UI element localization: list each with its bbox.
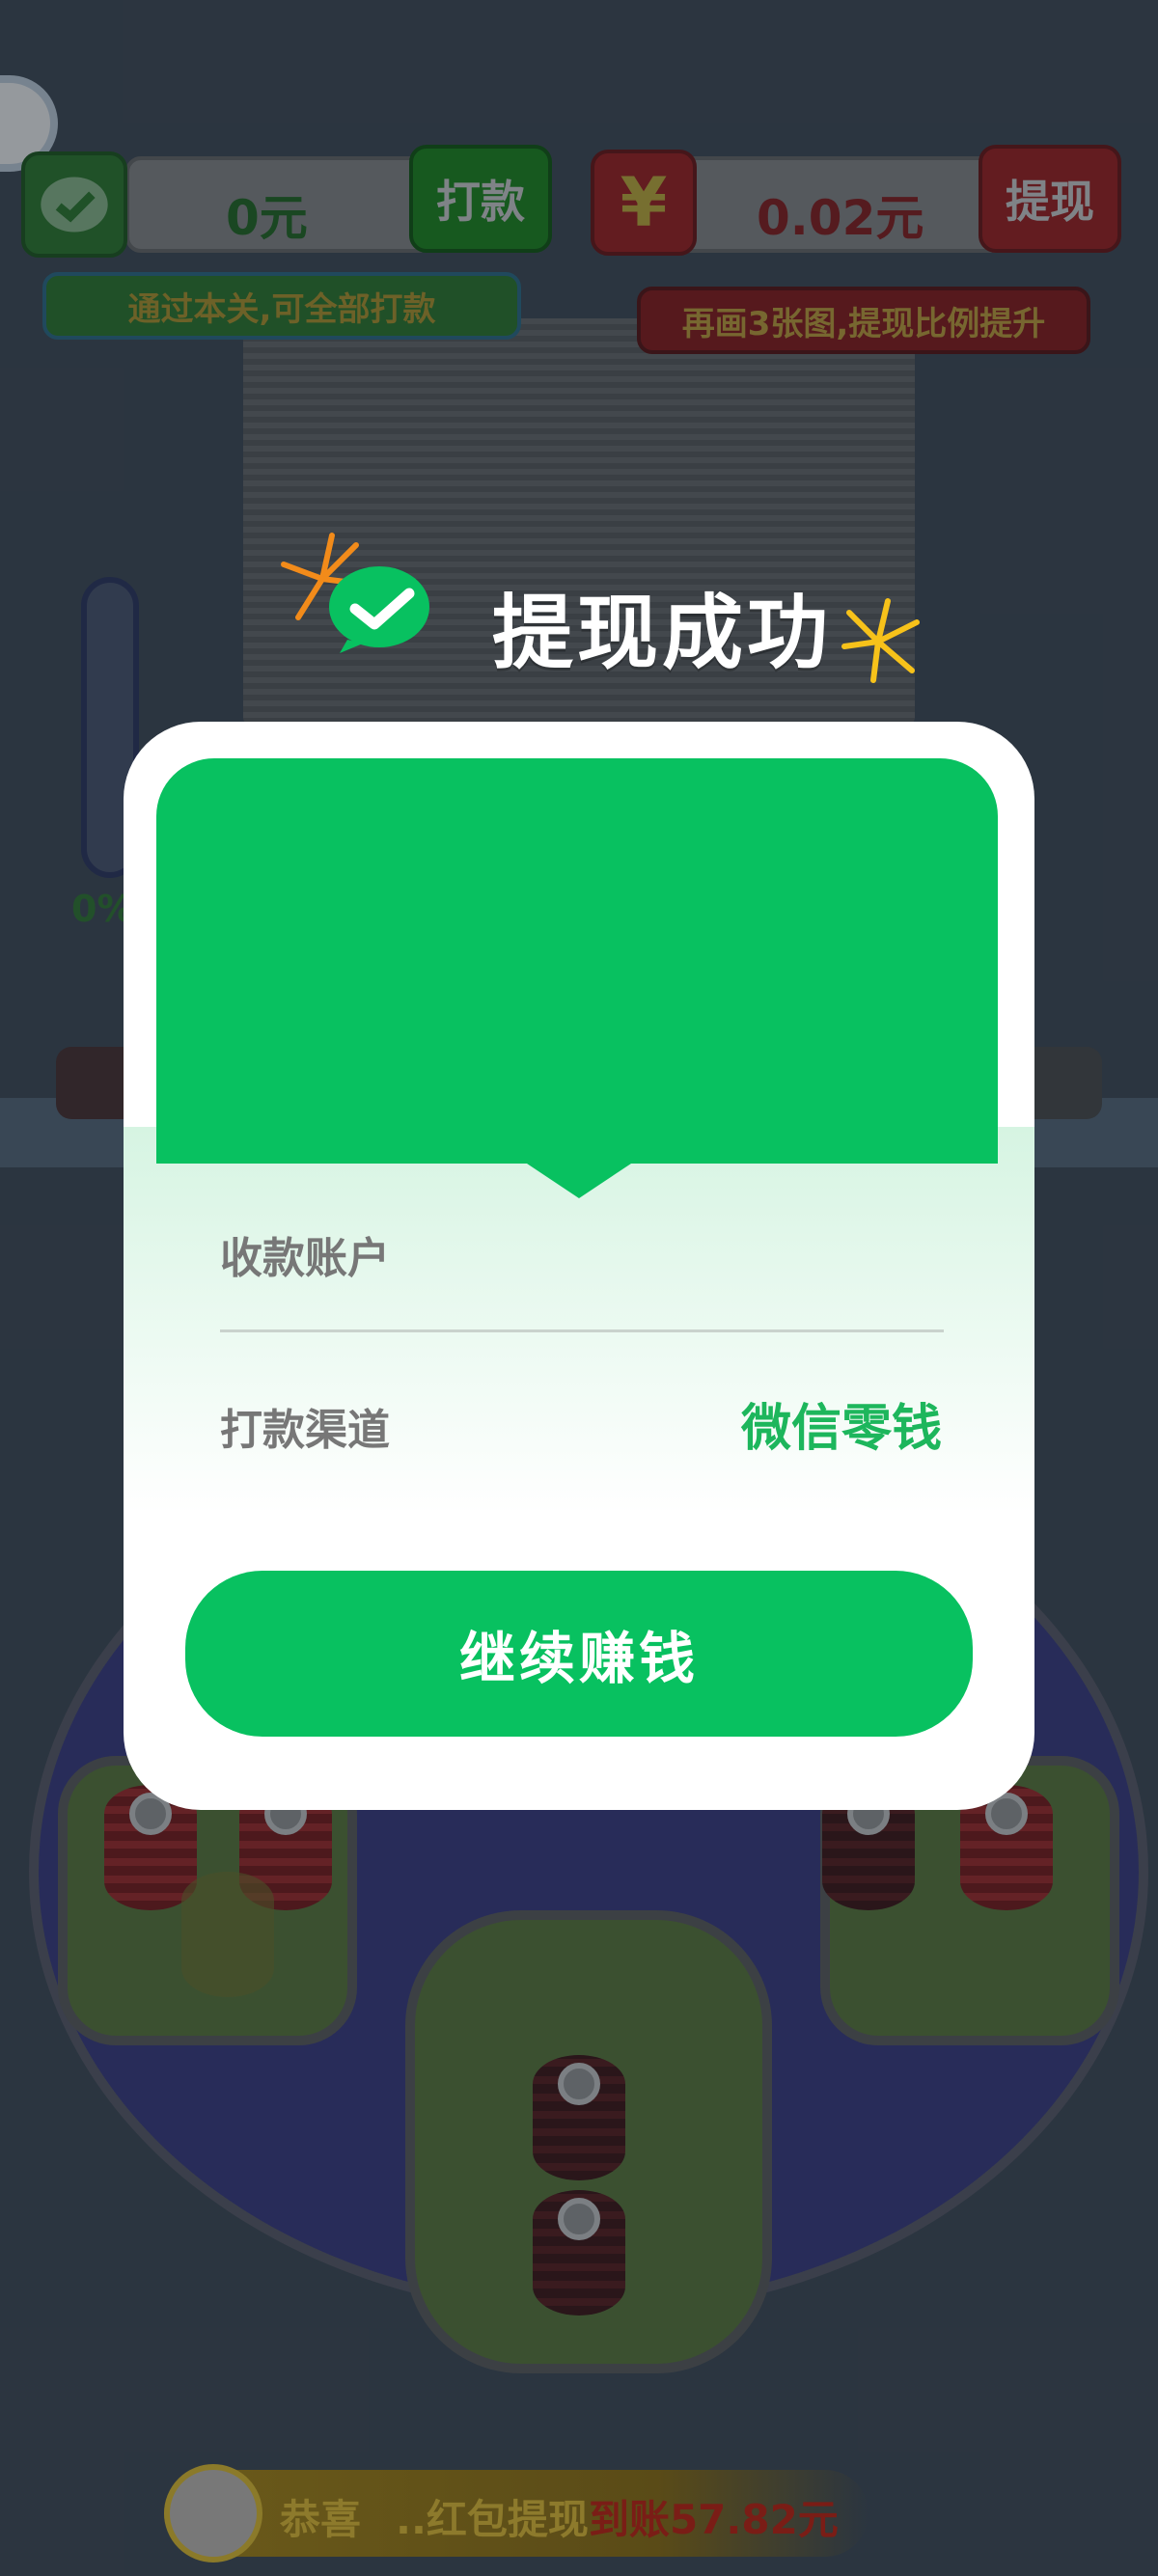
success-title-row: 提现成功 — [270, 533, 926, 690]
ticker-text: 恭喜 ..红包提现到账57.82元 — [280, 2487, 839, 2546]
dialog-header-panel — [156, 758, 998, 1164]
firework-right-icon — [841, 598, 920, 683]
wechat-pay-icon — [329, 566, 429, 653]
dialog-pointer — [527, 1164, 631, 1198]
ticker-middle: ..红包提现 — [396, 2496, 589, 2543]
avatar — [164, 2464, 262, 2562]
ticker-amount: 到账57.82元 — [588, 2496, 839, 2543]
channel-label: 打款渠道 — [220, 1406, 390, 1455]
withdraw-success-dialog: 收款账户 打款渠道 微信零钱 继续赚钱 — [124, 722, 1034, 1810]
ticker-prefix: 恭喜 — [280, 2496, 362, 2543]
success-title: 提现成功 — [492, 586, 833, 680]
row-divider — [220, 1329, 944, 1332]
continue-earning-button[interactable]: 继续赚钱 — [185, 1571, 973, 1737]
channel-value: 微信零钱 — [740, 1400, 942, 1458]
payout-ticker: 恭喜 ..红包提现到账57.82元 — [164, 2464, 868, 2562]
account-label: 收款账户 — [220, 1234, 390, 1283]
